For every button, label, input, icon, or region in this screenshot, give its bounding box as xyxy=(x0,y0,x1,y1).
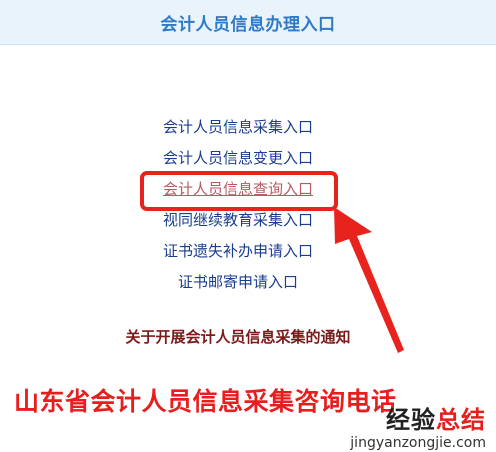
header-bar: 会计人员信息办理入口 xyxy=(0,0,496,45)
list-item[interactable]: 证书邮寄申请入口 xyxy=(0,267,476,298)
link-continuing-education[interactable]: 视同继续教育采集入口 xyxy=(163,211,313,229)
watermark-url: jingyanzongjie.com xyxy=(350,435,486,451)
highlight-box xyxy=(140,171,338,211)
list-item[interactable]: 会计人员信息变更入口 xyxy=(0,143,476,174)
link-certificate-reissue[interactable]: 证书遗失补办申请入口 xyxy=(163,242,313,260)
link-info-collection[interactable]: 会计人员信息采集入口 xyxy=(163,118,313,136)
caption-text: 山东省会计人员信息采集咨询电话 xyxy=(14,387,397,416)
watermark-part1: 经验 xyxy=(386,406,436,434)
list-item[interactable]: 会计人员信息采集入口 xyxy=(0,112,476,143)
watermark-part2: 总结 xyxy=(436,406,486,434)
link-info-change[interactable]: 会计人员信息变更入口 xyxy=(163,149,313,167)
link-certificate-mail[interactable]: 证书邮寄申请入口 xyxy=(178,273,298,291)
watermark: 经验总结 jingyanzongjie.com xyxy=(350,400,486,451)
list-item[interactable]: 证书遗失补办申请入口 xyxy=(0,236,476,267)
notice-link[interactable]: 关于开展会计人员信息采集的通知 xyxy=(0,326,476,347)
watermark-logo-text: 经验总结 xyxy=(350,400,486,435)
page-title: 会计人员信息办理入口 xyxy=(160,14,336,35)
